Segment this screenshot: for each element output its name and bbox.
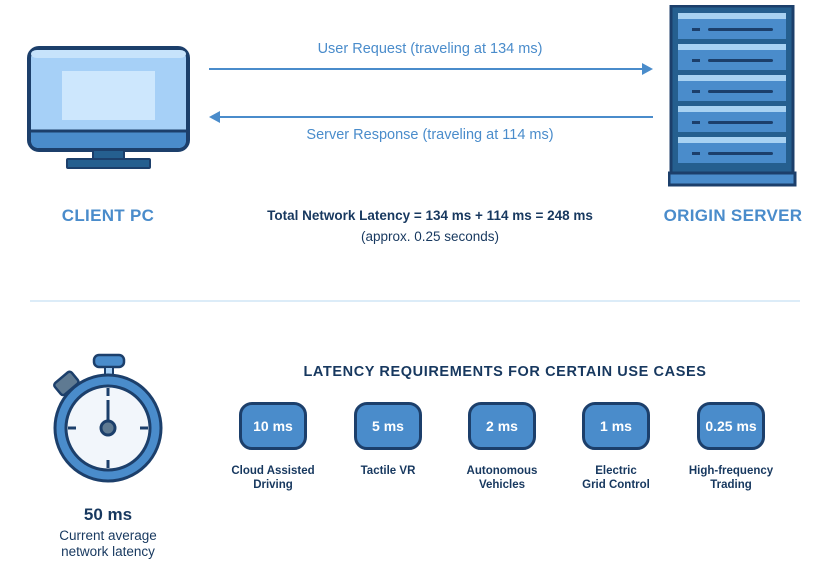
total-latency-approx: (approx. 0.25 seconds) [360, 229, 500, 244]
use-case-label-1: Tactile VR [360, 465, 416, 477]
total-latency-text: Total Network Latency = 134 ms + 114 ms … [267, 208, 593, 223]
latency-badge: 10 ms [239, 402, 307, 450]
latency-badge: 2 ms [468, 402, 536, 450]
request-arrow-icon [209, 63, 653, 75]
server-rack-icon [668, 5, 797, 187]
latency-badge: 5 ms [354, 402, 422, 450]
use-case-tactile-vr: 5 ms Tactile VR [330, 402, 445, 478]
current-latency-desc-2: network latency [61, 544, 155, 559]
current-latency-value: 50 ms [83, 505, 133, 524]
use-case-label-1: High-frequency [688, 465, 774, 477]
use-case-label-2: Driving [253, 479, 293, 491]
requirements-title: LATENCY REQUIREMENTS FOR CERTAIN USE CAS… [303, 364, 707, 380]
latency-badge: 0.25 ms [697, 402, 765, 450]
user-request-label: User Request (traveling at 134 ms) [317, 41, 543, 57]
latency-badge: 1 ms [582, 402, 650, 450]
use-case-cloud-driving: 10 ms Cloud Assisted Driving [215, 402, 330, 492]
use-case-electric-grid: 1 ms Electric Grid Control [558, 402, 673, 492]
use-case-label-1: Cloud Assisted [231, 465, 315, 477]
server-response-label: Server Response (traveling at 114 ms) [306, 127, 554, 143]
origin-server-label: ORIGIN SERVER [663, 206, 803, 225]
current-latency-desc-1: Current average [59, 528, 157, 543]
client-pc-label: CLIENT PC [61, 206, 155, 225]
use-case-autonomous-vehicles: 2 ms Autonomous Vehicles [444, 402, 559, 492]
use-case-label-1: Electric [595, 465, 637, 477]
stopwatch-icon [53, 353, 163, 483]
use-case-label-2: Grid Control [582, 479, 650, 491]
desktop-monitor-icon [27, 46, 190, 169]
use-case-label-2: Vehicles [478, 479, 526, 491]
response-arrow-icon [209, 111, 653, 123]
use-case-hft: 0.25 ms High-frequency Trading [673, 402, 788, 492]
use-case-label-2: Trading [710, 479, 752, 491]
section-divider [30, 300, 800, 302]
use-case-label-1: Autonomous [466, 465, 538, 477]
